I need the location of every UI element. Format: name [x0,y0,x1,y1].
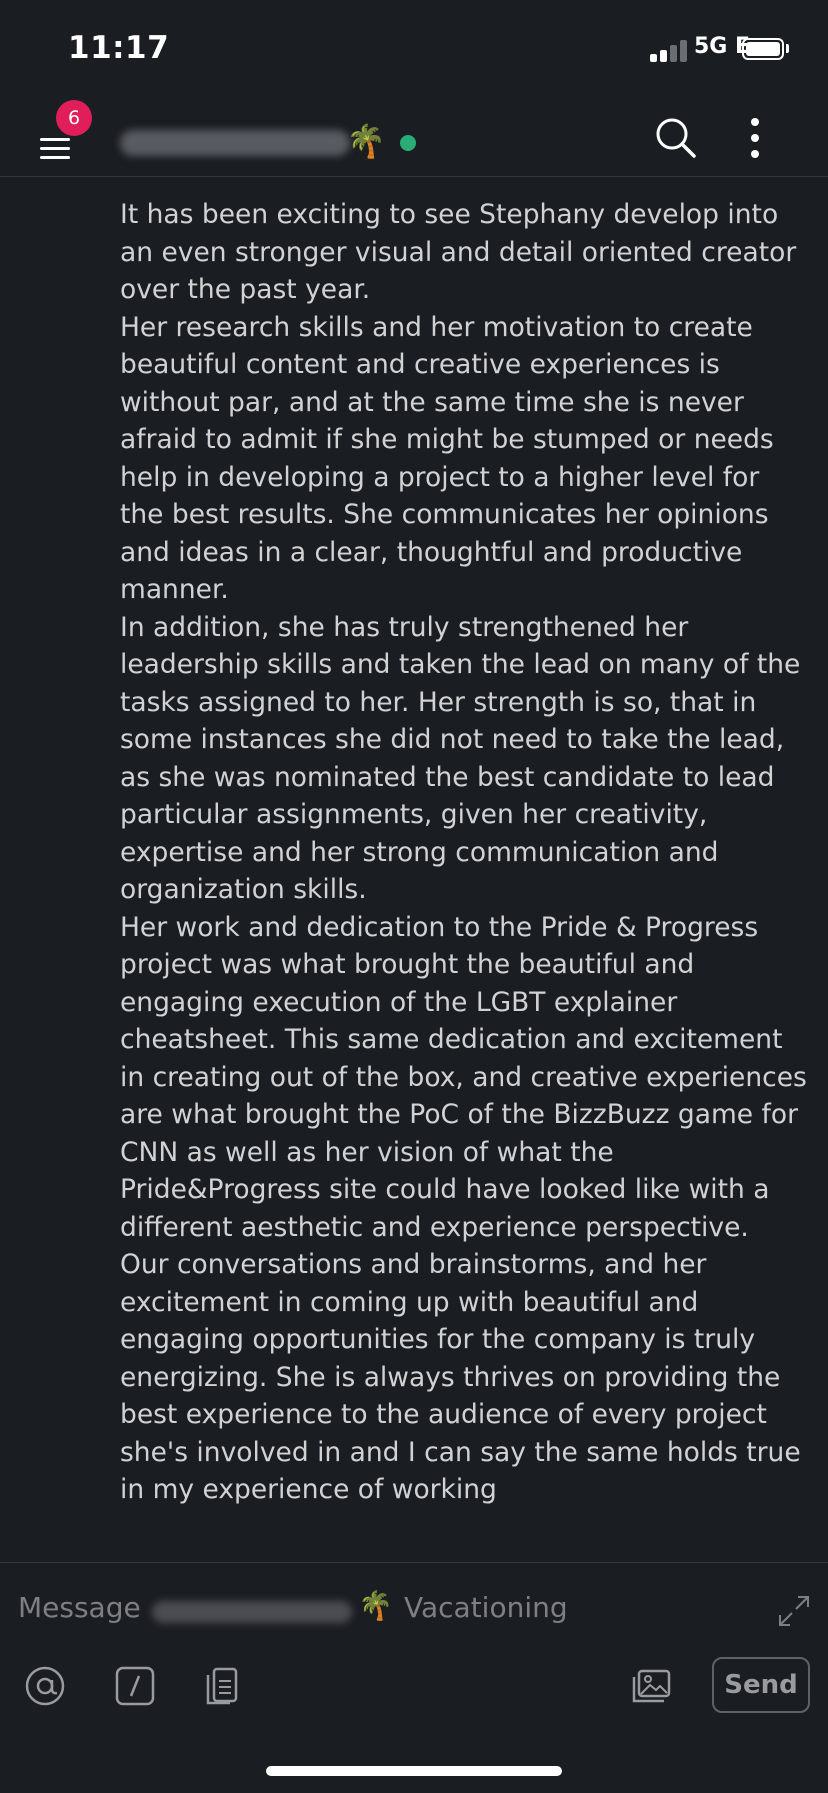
at-sign-icon[interactable] [22,1663,68,1709]
home-indicator[interactable] [266,1766,562,1776]
palm-tree-icon: 🌴 [358,1589,393,1622]
message-body: It has been exciting to see Stephany dev… [120,196,810,1560]
clipboard-icon[interactable] [200,1663,246,1709]
status-bar: 11:17 5G E [0,0,828,100]
expand-icon[interactable] [776,1593,812,1629]
channel-name-redacted[interactable] [120,130,350,156]
message-input-placeholder[interactable]: Message [18,1591,141,1624]
message-paragraph: Her work and dedication to the Pride & P… [120,911,807,1243]
message-paragraph: Her research skills and her motivation t… [120,311,774,606]
channel-header: 6 🌴 [0,100,828,177]
clock: 11:17 [68,30,170,66]
battery-tip [786,44,789,53]
message-paragraph: In addition, she has truly strengthened … [120,611,801,906]
more-options-icon[interactable] [740,116,770,160]
message-paragraph: Our conversations and brainstorms, and h… [120,1249,801,1505]
presence-indicator [400,135,416,151]
search-icon[interactable] [654,116,698,160]
message-paragraph: It has been exciting to see Stephany dev… [120,199,797,305]
battery-icon [742,38,784,60]
recipient-name-redacted [152,1601,352,1623]
palm-tree-icon: 🌴 [346,122,386,160]
slash-command-icon[interactable] [112,1663,158,1709]
recipient-status: Vacationing [404,1591,568,1624]
send-button[interactable]: Send [712,1657,810,1713]
unread-badge: 6 [56,100,92,136]
image-icon[interactable] [628,1663,674,1709]
signal-strength-icon [650,38,692,62]
message-composer: Message 🌴 Vacationing Send [0,1562,828,1793]
